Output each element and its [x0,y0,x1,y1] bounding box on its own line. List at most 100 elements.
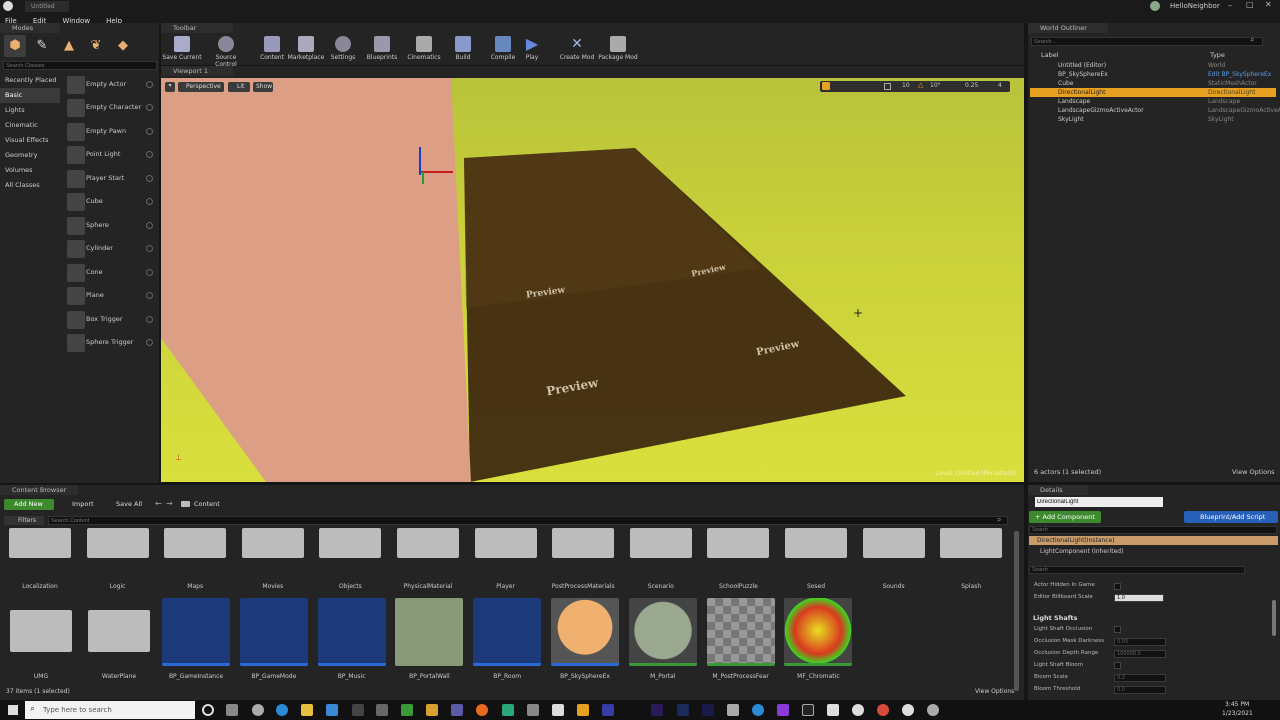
edge-browser-icon[interactable] [276,704,288,716]
content-view-options[interactable]: View Options [975,688,1014,695]
minimize-button[interactable]: – [1228,1,1232,10]
build-button[interactable]: Build [442,36,484,64]
info-icon[interactable] [146,104,153,111]
info-icon[interactable] [146,339,153,346]
info-icon[interactable] [146,198,153,205]
play-button[interactable]: ▶ Play [511,36,553,64]
chrome-icon[interactable] [877,704,889,716]
class-search-input[interactable] [3,61,157,70]
viewport-options[interactable]: ▾ [165,82,175,92]
gizmo-y-axis[interactable] [422,172,424,184]
folder-tile[interactable] [629,528,692,558]
folder-tile[interactable] [164,528,227,558]
info-icon[interactable] [146,245,153,252]
folder-tile[interactable] [319,528,382,558]
back-arrow-icon[interactable]: ← [155,499,162,508]
marketplace-button[interactable]: Marketplace [285,36,327,64]
app-icon[interactable] [401,704,413,716]
app-icon[interactable] [927,704,939,716]
folder-tile[interactable] [88,610,150,652]
blueprint-add-script-button[interactable]: Blueprint/Add Script [1184,511,1278,523]
import-button[interactable]: Import [62,499,94,510]
maximize-button[interactable]: □ [1246,0,1254,9]
category-basic[interactable]: Basic [0,88,60,103]
light-shaft-bloom-checkbox[interactable] [1114,662,1121,669]
place-mode-icon[interactable]: ⬢ [4,35,26,57]
app-icon[interactable] [727,704,739,716]
save-all-button[interactable]: Save All [106,499,142,510]
app-icon[interactable] [552,704,564,716]
content-browser-tab[interactable]: Content Browser [0,485,78,495]
add-component-button[interactable]: + Add Component [1029,511,1101,523]
widgets-icon[interactable] [226,704,238,716]
info-icon[interactable] [146,175,153,182]
light-shafts-section[interactable]: Light Shafts [1033,614,1078,622]
landscape-mode-icon[interactable]: ▲ [58,35,80,57]
folder-tile[interactable] [397,528,459,558]
info-icon[interactable] [146,222,153,229]
save-current-button[interactable]: Save Current [161,36,203,64]
place-item[interactable]: Point Light [64,144,156,166]
bloom-scale-field[interactable]: 0.2 [1114,674,1166,682]
place-item[interactable]: Sphere Trigger [64,332,156,354]
grid-snap-icon[interactable] [884,83,891,90]
place-item[interactable]: Sphere [64,215,156,237]
asset-tile[interactable] [473,598,542,666]
place-item[interactable]: Cone [64,262,156,284]
bloom-threshold-field[interactable]: 0.0 [1114,686,1166,694]
unreal-icon[interactable] [902,704,914,716]
app-icon[interactable] [326,704,338,716]
add-new-button[interactable]: Add New [4,499,54,510]
component-instance-row[interactable]: DirectionalLight(Instance) [1029,536,1278,545]
app-icon[interactable] [451,704,463,716]
asset-tile[interactable] [162,598,230,666]
place-item[interactable]: Empty Pawn [64,121,156,143]
folder-tile[interactable] [10,610,72,652]
perspective-button[interactable]: Perspective [178,82,224,92]
place-item[interactable]: Plane [64,285,156,307]
cinematics-button[interactable]: Cinematics [403,36,445,64]
details-search-input[interactable] [1029,566,1245,574]
place-item[interactable]: Box Trigger [64,309,156,331]
media-encoder-icon[interactable] [677,704,689,716]
app-icon[interactable] [602,704,614,716]
occlusion-depth-range-field[interactable]: 100000.0 [1114,650,1166,658]
info-icon[interactable] [146,316,153,323]
settings-button[interactable]: Settings [322,36,364,64]
category-recently-placed[interactable]: Recently Placed [0,73,60,88]
paint-mode-icon[interactable]: ✎ [31,35,53,57]
rotation-snap-value[interactable]: 10° [930,82,941,89]
asset-tile[interactable] [628,598,697,666]
twitch-icon[interactable] [777,704,789,716]
content-scrollbar[interactable] [1014,531,1019,691]
forward-arrow-icon[interactable]: → [166,499,173,508]
outliner-row-selected[interactable]: DirectionalLight DirectionalLight [1030,88,1276,97]
taskbar-search-box[interactable]: ⌕ Type here to search [25,701,195,719]
app-icon[interactable] [352,704,364,716]
place-item[interactable]: Player Start [64,168,156,190]
info-icon[interactable] [146,128,153,135]
rotation-snap-icon[interactable]: △ [918,81,923,89]
create-mod-button[interactable]: ✕ Create Mod [556,36,598,64]
category-volumes[interactable]: Volumes [0,163,60,178]
component-search-input[interactable] [1029,526,1277,534]
toolbar-tab[interactable]: Toolbar [161,23,233,33]
info-icon[interactable] [146,81,153,88]
viewport-scene[interactable]: Preview Preview Preview Preview + ⊥ Leve… [161,78,1024,482]
details-tab[interactable]: Details [1028,485,1088,495]
actor-name-field[interactable] [1035,497,1163,507]
asset-tile-selected[interactable] [551,598,619,666]
settings-gear-icon[interactable] [252,704,264,716]
actor-hidden-checkbox[interactable] [1114,583,1121,590]
geometry-mode-icon[interactable]: ◆ [112,35,134,57]
category-all-classes[interactable]: All Classes [0,178,60,193]
folder-tile[interactable] [862,528,925,558]
asset-tile[interactable] [317,598,386,666]
outliner-row[interactable]: LandscapeGizmoActiveActor LandscapeGizmoA… [1030,106,1280,115]
obs-icon[interactable] [852,704,864,716]
translate-tool-icon[interactable] [822,82,830,90]
folder-tile[interactable] [707,528,770,558]
category-cinematic[interactable]: Cinematic [0,118,60,133]
windows-start-icon[interactable] [8,705,18,715]
outliner-row[interactable]: Untitled (Editor) World [1030,61,1276,70]
